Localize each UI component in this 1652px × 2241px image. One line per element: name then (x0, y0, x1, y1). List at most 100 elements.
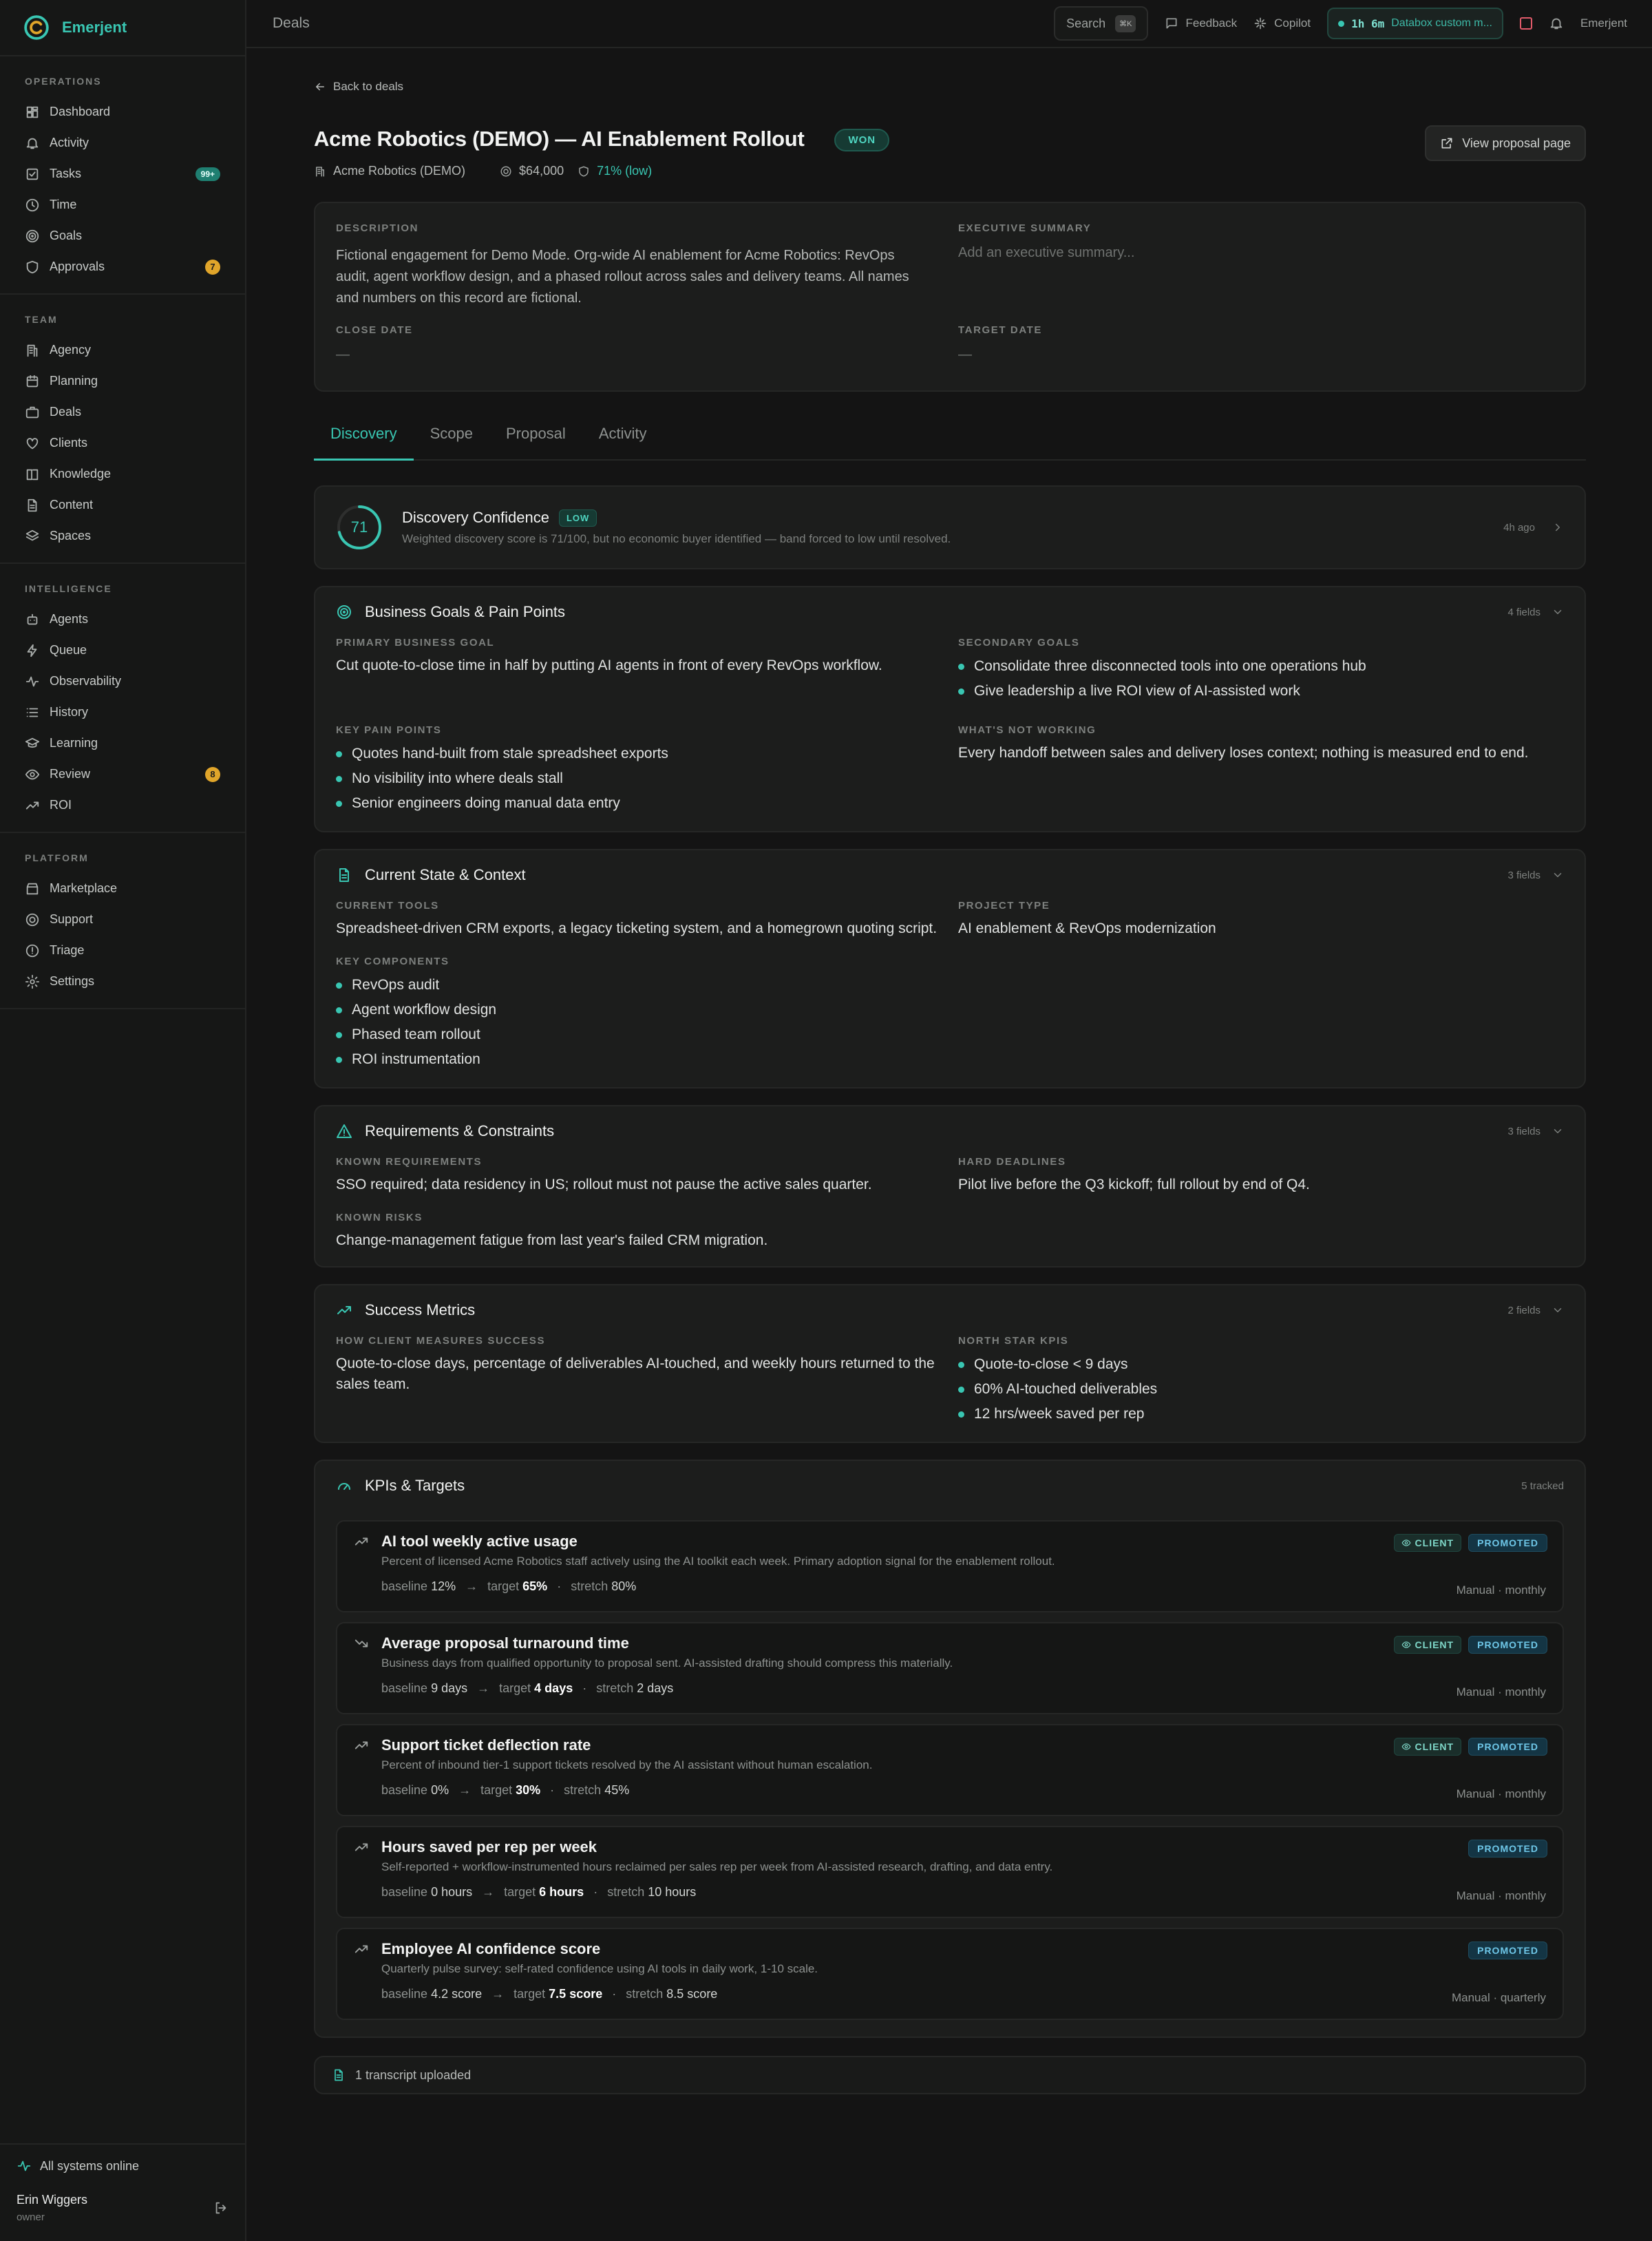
sidebar-item-planning[interactable]: Planning (12, 366, 233, 397)
sidebar-item-spaces[interactable]: Spaces (12, 520, 233, 551)
kpi-card[interactable]: AI tool weekly active usage Percent of li… (336, 1520, 1564, 1612)
tab-proposal[interactable]: Proposal (489, 425, 582, 461)
sidebar-item-tasks[interactable]: Tasks 99+ (12, 158, 233, 189)
known-risks-value[interactable]: Change-management fatigue from last year… (336, 1230, 958, 1251)
business-goals-header[interactable]: Business Goals & Pain Points 4 fields (336, 587, 1564, 637)
chevron-down-icon[interactable] (1552, 869, 1564, 881)
active-timer[interactable]: 1h 6m Databox custom m... (1327, 8, 1503, 39)
field-count: 3 fields (1507, 1125, 1540, 1137)
sidebar-item-settings[interactable]: Settings (12, 966, 233, 997)
breadcrumb[interactable]: Deals (273, 15, 310, 32)
back-to-deals-link[interactable]: Back to deals (314, 77, 1586, 96)
sidebar-item-agents[interactable]: Agents (12, 604, 233, 635)
sidebar-item-content[interactable]: Content (12, 490, 233, 520)
kpi-name: AI tool weekly active usage (381, 1533, 578, 1550)
kpi-card[interactable]: Average proposal turnaround time Business… (336, 1622, 1564, 1714)
brand-name: Emerjent (62, 19, 127, 36)
executive-summary-input[interactable]: Add an executive summary... (958, 245, 1564, 261)
tab-scope[interactable]: Scope (414, 425, 489, 461)
description-text[interactable]: Fictional engagement for Demo Mode. Org-… (336, 245, 958, 309)
current-tools-label: CURRENT TOOLS (336, 900, 439, 912)
sidebar-item-history[interactable]: History (12, 697, 233, 728)
kpi-card[interactable]: Employee AI confidence score Quarterly pu… (336, 1928, 1564, 2020)
workspace-name[interactable]: Emerjent (1580, 17, 1627, 30)
transcript-bar[interactable]: 1 transcript uploaded (314, 2056, 1586, 2094)
sidebar-item-deals[interactable]: Deals (12, 397, 233, 428)
sidebar-item-roi[interactable]: ROI (12, 790, 233, 821)
sidebar-item-learning[interactable]: Learning (12, 728, 233, 759)
sidebar-item-queue[interactable]: Queue (12, 635, 233, 666)
system-status[interactable]: All systems online (17, 2158, 229, 2174)
sidebar-item-clients[interactable]: Clients (12, 428, 233, 459)
sidebar-item-approvals[interactable]: Approvals 7 (12, 251, 233, 282)
sidebar-item-label: Agents (50, 612, 89, 626)
known-requirements-value[interactable]: SSO required; data residency in US; roll… (336, 1175, 958, 1195)
tab-activity[interactable]: Activity (582, 425, 664, 461)
sidebar-item-marketplace[interactable]: Marketplace (12, 873, 233, 904)
kpi-card[interactable]: Support ticket deflection rate Percent of… (336, 1724, 1564, 1816)
chevron-down-icon[interactable] (1552, 606, 1564, 618)
target-value: 6 hours (539, 1885, 584, 1899)
pain-points-list[interactable]: Quotes hand-built from stale spreadsheet… (336, 741, 958, 816)
secondary-goals-list[interactable]: Consolidate three disconnected tools int… (958, 654, 1564, 704)
view-proposal-button[interactable]: View proposal page (1425, 125, 1586, 161)
requirements-header[interactable]: Requirements & Constraints 3 fields (336, 1106, 1564, 1156)
stretch-label: stretch (607, 1885, 645, 1899)
company-link[interactable]: Acme Robotics (DEMO) (314, 164, 465, 178)
stretch-value: 80% (611, 1579, 637, 1593)
sidebar-item-observability[interactable]: Observability (12, 666, 233, 697)
stop-timer-button[interactable] (1519, 17, 1532, 30)
chevron-right-icon[interactable] (1552, 521, 1564, 534)
sidebar-item-label: Dashboard (50, 105, 111, 118)
copilot-button[interactable]: Copilot (1253, 17, 1311, 30)
close-date-value[interactable]: — (336, 347, 958, 363)
trending-up-icon (336, 1302, 352, 1318)
key-components-list[interactable]: RevOps audit Agent workflow design Phased … (336, 973, 958, 1072)
sidebar-item-agency[interactable]: Agency (12, 335, 233, 366)
project-type-value[interactable]: AI enablement & RevOps modernization (958, 918, 1564, 939)
promoted-tag: PROMOTED (1468, 1534, 1547, 1552)
building-icon (25, 343, 40, 358)
success-metrics-header[interactable]: Success Metrics 2 fields (336, 1285, 1564, 1335)
sidebar-item-dashboard[interactable]: Dashboard (12, 96, 233, 127)
list-item: ROI instrumentation (336, 1047, 958, 1072)
target-date-value[interactable]: — (958, 347, 1564, 363)
sidebar-item-review[interactable]: Review 8 (12, 759, 233, 790)
chevron-down-icon[interactable] (1552, 1304, 1564, 1316)
kpi-description: Percent of inbound tier-1 support ticket… (381, 1758, 873, 1771)
sidebar-item-label: Approvals (50, 260, 105, 273)
north-star-list[interactable]: Quote-to-close < 9 days 60% AI-touched de… (958, 1352, 1564, 1427)
sidebar-item-triage[interactable]: Triage (12, 935, 233, 966)
stretch-label: stretch (596, 1681, 634, 1695)
chevron-down-icon[interactable] (1552, 1125, 1564, 1137)
feedback-button[interactable]: Feedback (1165, 17, 1237, 30)
sidebar-item-time[interactable]: Time (12, 189, 233, 220)
sidebar-item-goals[interactable]: Goals (12, 220, 233, 251)
primary-goal-value[interactable]: Cut quote-to-close time in half by putti… (336, 655, 958, 676)
hard-deadlines-value[interactable]: Pilot live before the Q3 kickoff; full r… (958, 1175, 1564, 1195)
confidence-updated: 4h ago (1503, 521, 1535, 534)
executive-summary-label: EXECUTIVE SUMMARY (958, 222, 1092, 234)
search-button[interactable]: Search ⌘K (1054, 6, 1149, 41)
list-item: Consolidate three disconnected tools int… (958, 654, 1564, 679)
lifebuoy-icon (25, 912, 40, 927)
sidebar-item-label: ROI (50, 798, 72, 812)
discovery-confidence-card[interactable]: 71 Discovery Confidence LOW Weighted disc… (314, 485, 1586, 569)
brand[interactable]: Emerjent (0, 0, 245, 56)
how-success-value[interactable]: Quote-to-close days, percentage of deliv… (336, 1354, 958, 1395)
bell-icon[interactable] (1549, 16, 1564, 31)
timer-elapsed: 1h 6m (1351, 17, 1385, 30)
current-state-header[interactable]: Current State & Context 3 fields (336, 850, 1564, 900)
sidebar-item-support[interactable]: Support (12, 904, 233, 935)
tab-discovery[interactable]: Discovery (314, 425, 414, 461)
deal-confidence: 71% (low) (578, 164, 652, 178)
current-tools-value[interactable]: Spreadsheet-driven CRM exports, a legacy… (336, 918, 958, 939)
transcript-label: 1 transcript uploaded (355, 2068, 472, 2082)
kpi-source: Manual · quarterly (1451, 1991, 1546, 2004)
sidebar-item-activity[interactable]: Activity (12, 127, 233, 158)
kpis-section: KPIs & Targets 5 tracked AI tool weekly … (314, 1460, 1586, 2038)
kpi-card[interactable]: Hours saved per rep per week Self-reporte… (336, 1826, 1564, 1918)
not-working-value[interactable]: Every handoff between sales and delivery… (958, 743, 1564, 764)
sidebar-item-knowledge[interactable]: Knowledge (12, 459, 233, 490)
logout-icon[interactable] (213, 2200, 229, 2216)
